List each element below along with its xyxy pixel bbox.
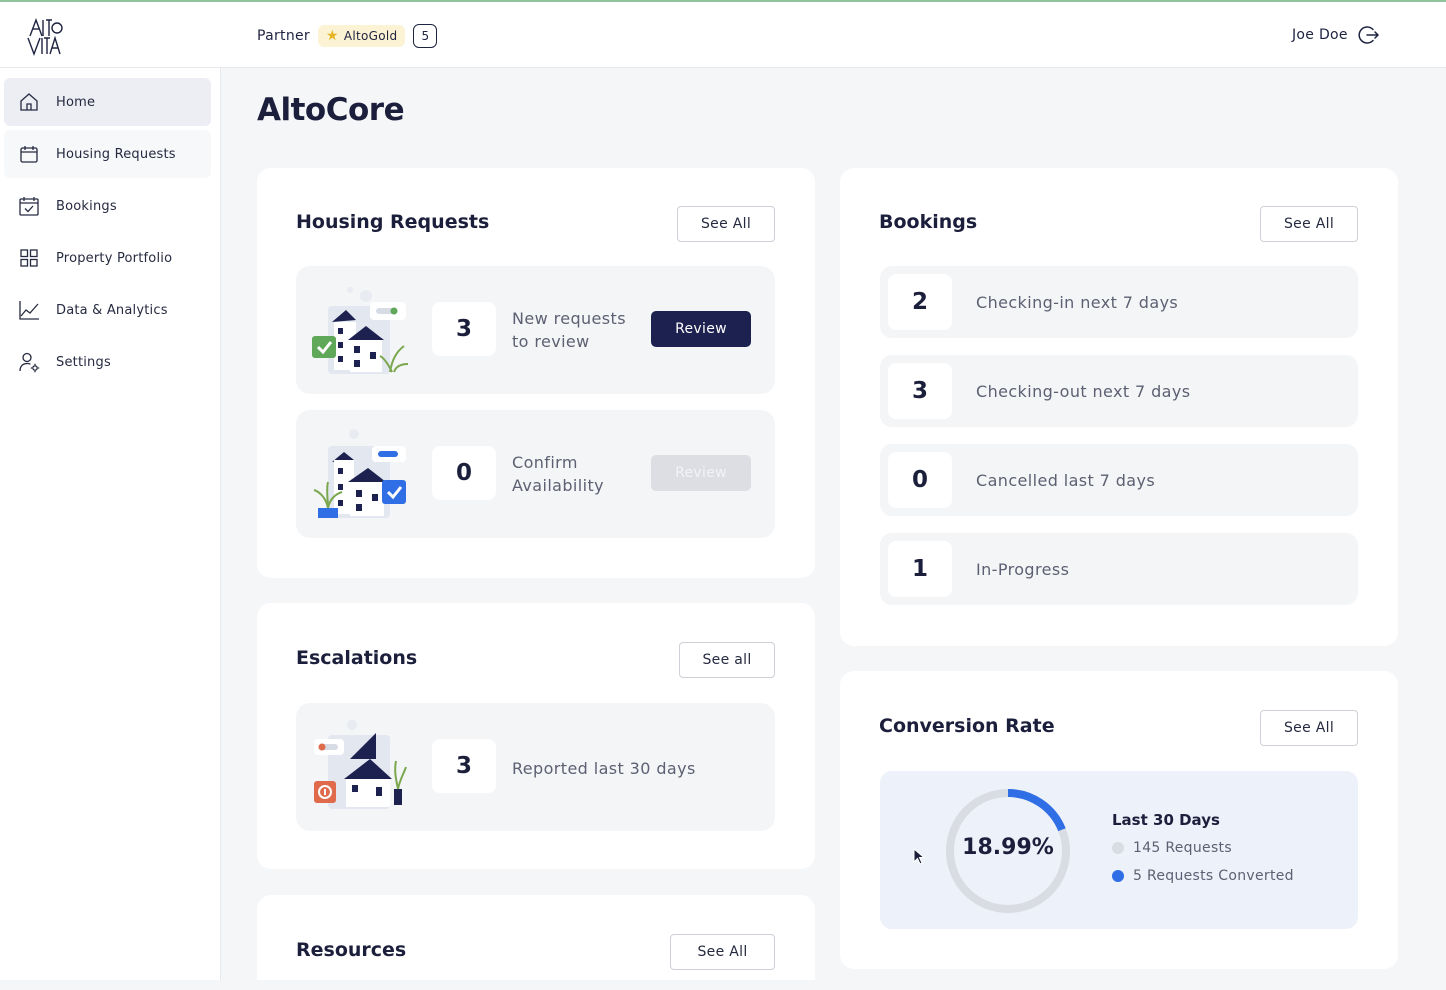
legend-dot-gray (1112, 842, 1124, 854)
logout-icon[interactable] (1358, 24, 1380, 46)
sidebar-item-label: Data & Analytics (56, 302, 168, 318)
confirm-availability-label-line1: Confirm (512, 453, 578, 472)
partner-label: Partner (257, 28, 310, 44)
sidebar-item-label: Bookings (56, 198, 117, 214)
partner-info: Partner ★ AltoGold 5 (257, 24, 438, 48)
housing-tile-new-requests: 3 New requests to review Review (296, 266, 775, 394)
booking-label: Cancelled last 7 days (976, 471, 1156, 490)
mouse-cursor-icon (913, 848, 926, 865)
bookings-see-all-button[interactable]: See All (1260, 206, 1358, 242)
sidebar-item-bookings[interactable]: Bookings (4, 182, 211, 230)
confirm-availability-count: 0 (432, 446, 496, 500)
calendar-icon (20, 146, 38, 163)
housing-tile-confirm-availability: 0 Confirm Availability Review (296, 410, 775, 538)
legend-requests: 145 Requests (1112, 840, 1232, 856)
booking-count: 3 (888, 363, 952, 419)
new-requests-label: New requests to review (512, 307, 626, 353)
legend-converted: 5 Requests Converted (1112, 868, 1294, 884)
booking-count: 2 (888, 274, 952, 330)
new-requests-label-line1: New requests (512, 309, 626, 328)
tier-badge: ★ AltoGold (317, 25, 406, 47)
card-title: Escalations (296, 647, 418, 669)
sidebar-item-label: Property Portfolio (56, 250, 173, 266)
calendar-check-icon (19, 197, 39, 216)
new-requests-count: 3 (432, 302, 496, 356)
top-bar: Partner ★ AltoGold 5 Joe Doe (0, 0, 1446, 68)
house-alert-illustration-icon (314, 720, 407, 809)
housing-see-all-button[interactable]: See All (677, 206, 775, 242)
booking-row-checking-out[interactable]: 3 Checking-out next 7 days (880, 355, 1358, 427)
conversion-period: Last 30 Days (1112, 811, 1220, 829)
escalations-label: Reported last 30 days (512, 759, 696, 778)
resources-see-all-button[interactable]: See All (670, 934, 775, 970)
card-title: Housing Requests (296, 211, 490, 233)
review-new-requests-button[interactable]: Review (651, 311, 751, 347)
sidebar-item-label: Home (56, 94, 96, 110)
house-checklist-illustration-icon (312, 287, 409, 374)
sidebar-item-settings[interactable]: Settings (4, 338, 211, 386)
booking-label: Checking-in next 7 days (976, 293, 1179, 312)
conversion-percent: 18.99% (962, 835, 1054, 860)
sidebar-item-data-analytics[interactable]: Data & Analytics (4, 286, 211, 334)
conversion-see-all-button[interactable]: See All (1260, 710, 1358, 746)
booking-row-in-progress[interactable]: 1 In-Progress (880, 533, 1358, 605)
sidebar-item-housing-requests[interactable]: Housing Requests (4, 130, 211, 178)
user-menu[interactable]: Joe Doe (1292, 24, 1380, 46)
sidebar-item-property-portfolio[interactable]: Property Portfolio (4, 234, 211, 282)
card-title: Bookings (879, 211, 978, 233)
sidebar-item-home[interactable]: Home (4, 78, 211, 126)
confirm-availability-label-line2: Availability (512, 476, 605, 495)
escalations-count: 3 (432, 739, 496, 793)
sidebar: Home Housing Requests Bookings Property … (0, 68, 221, 980)
tier-count-badge: 5 (413, 24, 438, 48)
tier-label: AltoGold (343, 29, 398, 43)
booking-row-cancelled[interactable]: 0 Cancelled last 7 days (880, 444, 1358, 516)
sidebar-item-label: Housing Requests (56, 146, 176, 162)
chart-line-icon (19, 301, 39, 320)
legend-dot-blue (1112, 870, 1124, 882)
booking-count: 0 (888, 452, 952, 508)
new-requests-label-line2: to review (512, 332, 590, 351)
grid-icon (20, 249, 38, 267)
confirm-availability-label: Confirm Availability (512, 451, 604, 497)
page-title: AltoCore (257, 92, 405, 128)
conversion-rate-card: Conversion Rate See All 18.99% Last 30 D… (840, 671, 1398, 969)
sidebar-item-label: Settings (56, 354, 111, 370)
home-icon (20, 93, 38, 111)
conversion-summary: 18.99% Last 30 Days 145 Requests 5 Reque… (880, 771, 1358, 929)
booking-label: Checking-out next 7 days (976, 382, 1191, 401)
user-gear-icon (19, 352, 40, 373)
booking-label: In-Progress (976, 560, 1070, 579)
legend-converted-label: 5 Requests Converted (1133, 868, 1294, 884)
altovita-logo-icon[interactable] (24, 16, 64, 56)
housing-requests-card: Housing Requests See All 3 New requests … (257, 168, 815, 578)
card-title: Conversion Rate (879, 715, 1055, 737)
house-calendar-illustration-icon (313, 429, 406, 518)
bookings-card: Bookings See All 2 Checking-in next 7 da… (840, 168, 1398, 646)
booking-row-checking-in[interactable]: 2 Checking-in next 7 days (880, 266, 1358, 338)
review-confirm-availability-button[interactable]: Review (651, 455, 751, 491)
escalations-see-all-button[interactable]: See all (679, 642, 775, 678)
star-icon: ★ (325, 28, 339, 44)
escalations-card: Escalations See all 3 Reported last 30 d… (257, 603, 815, 869)
escalations-tile: 3 Reported last 30 days (296, 703, 775, 831)
user-name: Joe Doe (1292, 27, 1348, 43)
card-title: Resources (296, 939, 407, 961)
booking-count: 1 (888, 541, 952, 597)
legend-requests-label: 145 Requests (1133, 840, 1232, 856)
resources-card: Resources See All (257, 895, 815, 980)
